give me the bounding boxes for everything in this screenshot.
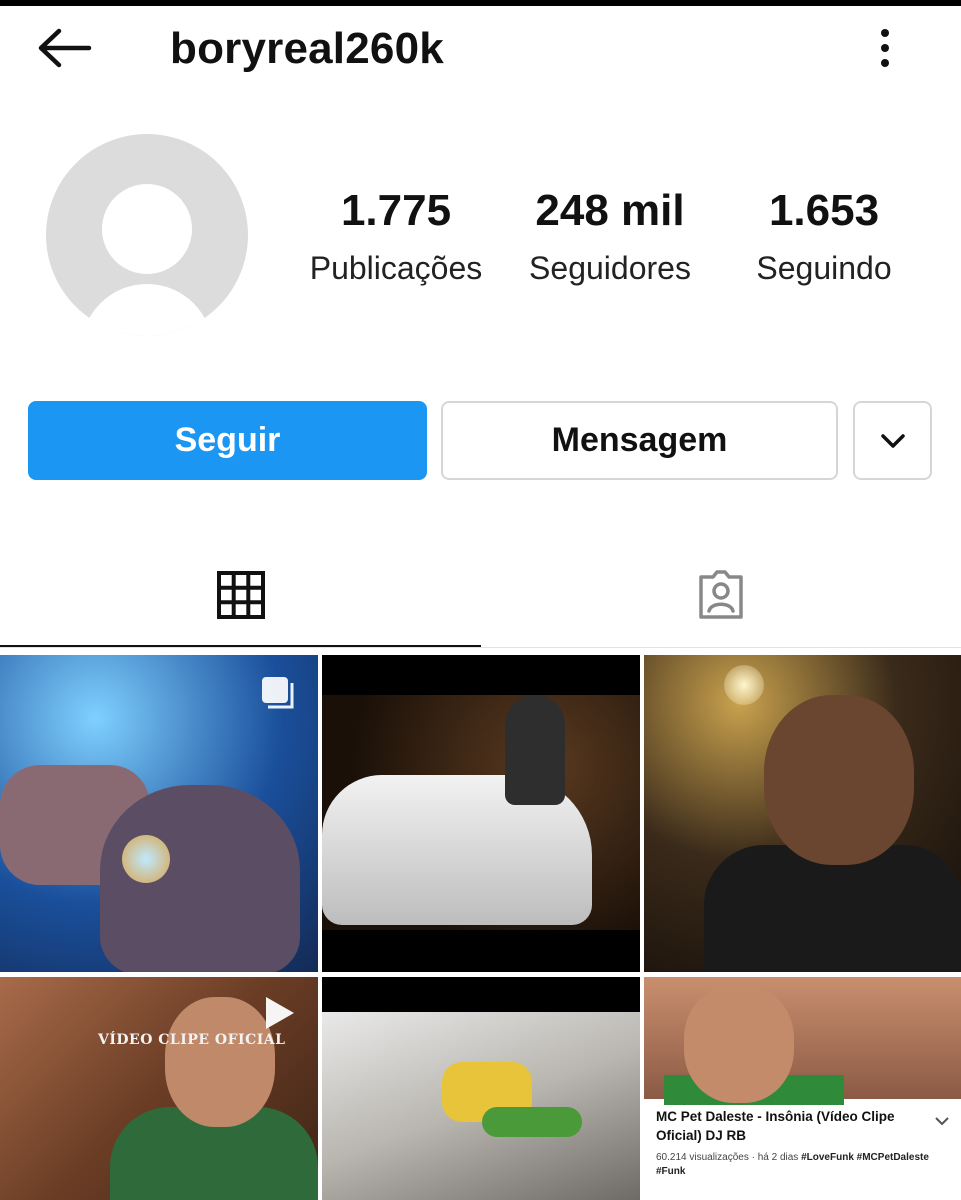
arrow-left-icon: [38, 28, 92, 68]
play-icon: [266, 997, 294, 1029]
post-6-face: [684, 985, 794, 1103]
stat-posts[interactable]: 1.775 Publicações: [296, 186, 496, 288]
post-thumbnail-5[interactable]: [322, 977, 640, 1200]
profile-header: boryreal260k: [0, 6, 961, 96]
youtube-hashtags-2: #Funk: [656, 1166, 686, 1177]
profile-avatar[interactable]: [46, 134, 248, 336]
tab-posts-grid[interactable]: [0, 545, 481, 645]
post-2-person: [505, 695, 565, 805]
post-3-face: [764, 695, 914, 865]
post-5-legs: [482, 1107, 582, 1137]
post-thumbnail-2[interactable]: [322, 655, 640, 972]
stat-posts-value: 1.775: [340, 186, 452, 235]
chevron-down-icon: [880, 433, 905, 448]
stat-following-label: Seguindo: [756, 250, 892, 286]
post-thumbnail-4[interactable]: VÍDEO CLIPE OFICIAL: [0, 977, 318, 1200]
post-1-face: [100, 785, 300, 972]
post-3-light: [724, 665, 764, 705]
post-thumbnail-1[interactable]: [0, 655, 318, 972]
tab-tagged[interactable]: [481, 545, 961, 645]
stat-followers-label: Seguidores: [529, 250, 691, 286]
follow-button[interactable]: Seguir: [28, 401, 427, 480]
post-6-video-thumbnail: [644, 977, 961, 1105]
suggested-accounts-button[interactable]: [853, 401, 932, 480]
stat-following[interactable]: 1.653 Seguindo: [740, 186, 908, 288]
post-4-caption: VÍDEO CLIPE OFICIAL: [98, 1032, 286, 1048]
message-button[interactable]: Mensagem: [441, 401, 838, 480]
profile-username: boryreal260k: [170, 24, 444, 73]
stat-posts-label: Publicações: [309, 250, 483, 286]
tagged-user-icon: [699, 570, 743, 619]
more-options-button[interactable]: [860, 16, 910, 80]
post-1-ring: [122, 835, 170, 883]
chevron-down-icon: [935, 1117, 949, 1126]
profile-tabs: [0, 545, 961, 650]
post-thumbnail-6[interactable]: MC Pet Daleste - Insônia (Vídeo Clipe Of…: [644, 977, 961, 1200]
multi-photo-icon: [262, 677, 294, 709]
stat-followers[interactable]: 248 mil Seguidores: [512, 186, 708, 288]
youtube-video-meta: 60.214 visualizações · há 2 dias #LoveFu…: [656, 1151, 956, 1179]
tabs-divider: [0, 647, 961, 648]
back-button[interactable]: [30, 18, 100, 78]
more-vertical-icon: [881, 29, 889, 67]
default-avatar-icon: [102, 184, 192, 274]
grid-icon: [216, 571, 265, 619]
youtube-video-title: MC Pet Daleste - Insônia (Vídeo Clipe Of…: [656, 1109, 895, 1143]
stat-following-value: 1.653: [768, 186, 880, 235]
stat-followers-value: 248 mil: [535, 186, 685, 235]
avatar-body-shape: [81, 284, 213, 336]
youtube-hashtags: #LoveFunk #MCPetDaleste: [801, 1152, 929, 1163]
post-thumbnail-3[interactable]: [644, 655, 961, 972]
youtube-views: 60.214 visualizações · há 2 dias: [656, 1152, 802, 1163]
